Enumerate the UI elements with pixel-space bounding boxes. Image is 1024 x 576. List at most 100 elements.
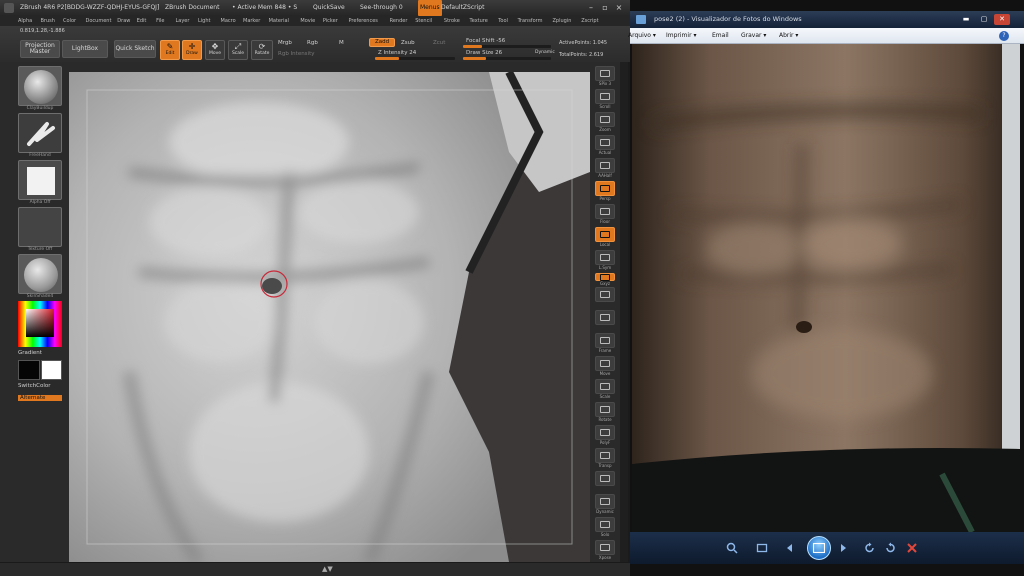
menu-draw[interactable]: Draw bbox=[117, 16, 130, 26]
switch-color-button[interactable]: SwitchColor bbox=[18, 383, 51, 389]
slideshow-button[interactable] bbox=[807, 536, 831, 560]
menu-email[interactable]: Email bbox=[712, 28, 729, 44]
tool-10-button[interactable] bbox=[595, 287, 615, 302]
zoom-button[interactable] bbox=[595, 112, 615, 127]
zoom-icon[interactable] bbox=[724, 541, 740, 555]
rotate-left-icon[interactable] bbox=[862, 541, 878, 555]
projection-master-button[interactable]: Projection Master bbox=[20, 40, 60, 58]
menus-button[interactable]: Menus bbox=[418, 0, 442, 16]
polyf-button[interactable] bbox=[595, 425, 615, 440]
brush-selector[interactable] bbox=[18, 66, 62, 106]
dynamic-button[interactable] bbox=[595, 494, 615, 509]
gradient-toggle[interactable]: Gradient bbox=[18, 350, 42, 356]
zadd-button[interactable]: Zadd bbox=[369, 38, 395, 47]
draw-button[interactable]: ✛ Draw bbox=[182, 40, 202, 60]
scale-button[interactable]: ⤢ Scale bbox=[228, 40, 248, 60]
next-icon[interactable] bbox=[835, 541, 851, 555]
menu-light[interactable]: Light bbox=[198, 16, 210, 26]
draw-size-slider[interactable]: Draw Size 26 bbox=[466, 50, 502, 56]
main-color-swatch[interactable] bbox=[18, 360, 40, 380]
scroll-button[interactable] bbox=[595, 89, 615, 104]
delete-icon[interactable] bbox=[904, 541, 920, 555]
menu-tool[interactable]: Tool bbox=[498, 16, 508, 26]
menu-movie[interactable]: Movie bbox=[300, 16, 315, 26]
rotate-right-icon[interactable] bbox=[882, 541, 898, 555]
menu-marker[interactable]: Marker bbox=[243, 16, 260, 26]
menu-texture[interactable]: Texture bbox=[470, 16, 488, 26]
z-intensity-slider[interactable]: Z Intensity 24 bbox=[378, 50, 416, 56]
menu-zplugin[interactable]: Zplugin bbox=[553, 16, 572, 26]
menu-transform[interactable]: Transform bbox=[518, 16, 543, 26]
tool-11-button[interactable] bbox=[595, 310, 615, 325]
menu-imprimir[interactable]: Imprimir ▾ bbox=[666, 28, 696, 44]
z-intensity-track[interactable] bbox=[375, 57, 455, 60]
lightbox-button[interactable]: LightBox bbox=[62, 40, 108, 58]
texture-selector[interactable] bbox=[18, 207, 62, 247]
local-button[interactable] bbox=[595, 227, 615, 242]
minimize-icon[interactable]: – bbox=[586, 3, 596, 13]
solo-button[interactable] bbox=[595, 517, 615, 532]
xpose-button[interactable] bbox=[595, 540, 615, 555]
move-button[interactable] bbox=[595, 356, 615, 371]
menu-document[interactable]: Document bbox=[86, 16, 112, 26]
menu-color[interactable]: Color bbox=[63, 16, 76, 26]
zcut-button[interactable]: Zcut bbox=[433, 40, 445, 46]
actual-button[interactable] bbox=[595, 135, 615, 150]
menu-zscript[interactable]: Zscript bbox=[581, 16, 598, 26]
rotate-button[interactable]: ⟳ Rotate bbox=[251, 40, 273, 60]
material-selector[interactable] bbox=[18, 254, 62, 294]
aahalf-button[interactable] bbox=[595, 158, 615, 173]
menu-edit[interactable]: Edit bbox=[137, 16, 147, 26]
bottom-tray-arrow-icon[interactable]: ▲▼ bbox=[322, 565, 333, 573]
mrgb-button[interactable]: Mrgb bbox=[278, 40, 292, 46]
secondary-color-swatch[interactable] bbox=[41, 360, 62, 380]
gxyz-button[interactable] bbox=[595, 273, 615, 281]
focal-shift-slider[interactable]: Focal Shift -56 bbox=[466, 38, 505, 44]
maximize-icon[interactable]: ▫ bbox=[600, 3, 610, 13]
actual-size-icon[interactable] bbox=[754, 541, 770, 555]
close-icon[interactable]: × bbox=[614, 3, 624, 13]
close-icon[interactable]: ✕ bbox=[994, 14, 1010, 25]
help-icon[interactable]: ? bbox=[999, 31, 1009, 41]
menu-material[interactable]: Material bbox=[269, 16, 289, 26]
color-picker[interactable] bbox=[18, 301, 62, 347]
stroke-selector[interactable] bbox=[18, 113, 62, 153]
rotate-button[interactable] bbox=[595, 402, 615, 417]
scale-button[interactable] bbox=[595, 379, 615, 394]
see-through-slider[interactable]: See-through 0 bbox=[360, 0, 403, 16]
color-picker-square[interactable] bbox=[26, 309, 54, 337]
menu-alpha[interactable]: Alpha bbox=[18, 16, 32, 26]
persp-button[interactable] bbox=[595, 181, 615, 196]
menu-render[interactable]: Render bbox=[390, 16, 408, 26]
menu-abrir[interactable]: Abrir ▾ bbox=[779, 28, 798, 44]
menu-file[interactable]: File bbox=[156, 16, 164, 26]
quicksave-button[interactable]: QuickSave bbox=[313, 0, 345, 16]
zbrush-right-scrollbar[interactable] bbox=[620, 62, 628, 562]
move-button[interactable]: ✥ Move bbox=[205, 40, 225, 60]
zsub-button[interactable]: Zsub bbox=[401, 40, 415, 46]
menu-brush[interactable]: Brush bbox=[41, 16, 55, 26]
menu-macro[interactable]: Macro bbox=[221, 16, 236, 26]
quick-sketch-button[interactable]: Quick Sketch bbox=[114, 40, 156, 58]
menu-layer[interactable]: Layer bbox=[176, 16, 190, 26]
menu-stencil[interactable]: Stencil bbox=[415, 16, 432, 26]
draw-size-track[interactable] bbox=[463, 57, 551, 60]
floor-button[interactable] bbox=[595, 204, 615, 219]
spix-3-button[interactable] bbox=[595, 66, 615, 81]
focal-shift-track[interactable] bbox=[463, 45, 551, 48]
minimize-icon[interactable]: ▬ bbox=[958, 14, 974, 25]
tool-18-button[interactable] bbox=[595, 471, 615, 486]
menu-picker[interactable]: Picker bbox=[323, 16, 338, 26]
transp-button[interactable] bbox=[595, 448, 615, 463]
default-zscript-button[interactable]: DefaultZScript bbox=[441, 0, 484, 16]
dynamic-toggle[interactable]: Dynamic bbox=[535, 50, 555, 55]
previous-icon[interactable] bbox=[782, 541, 798, 555]
menu-arquivo[interactable]: Arquivo ▾ bbox=[628, 28, 656, 44]
rgb-intensity-slider[interactable]: Rgb Intensity bbox=[278, 51, 315, 57]
m-button[interactable]: M bbox=[339, 40, 344, 46]
menu-stroke[interactable]: Stroke bbox=[444, 16, 460, 26]
sculpt-canvas[interactable] bbox=[69, 72, 590, 562]
alternate-button[interactable]: Alternate bbox=[18, 395, 62, 401]
alpha-selector[interactable] bbox=[18, 160, 62, 200]
menu-preferences[interactable]: Preferences bbox=[349, 16, 378, 26]
